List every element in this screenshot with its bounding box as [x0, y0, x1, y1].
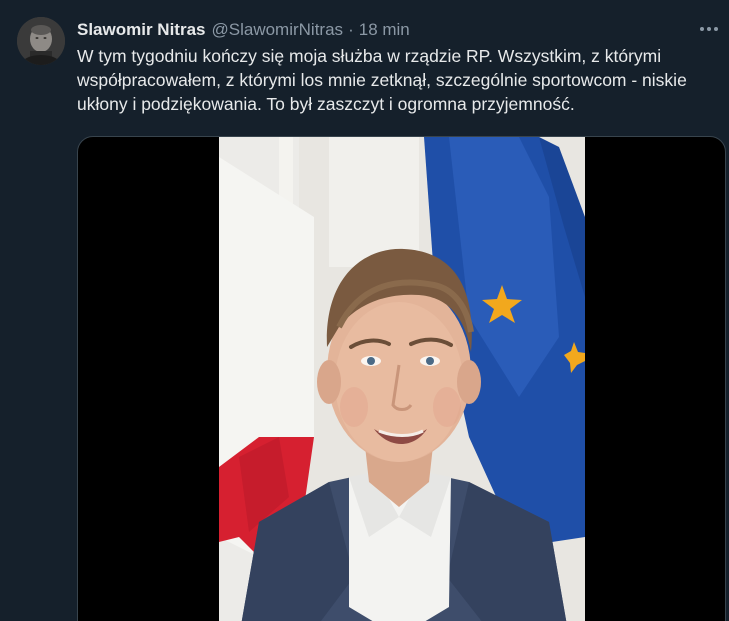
video-player[interactable]: [219, 137, 585, 621]
tweet-text: W tym tygodniu kończy się moja służba w …: [77, 46, 687, 114]
more-options-button[interactable]: [695, 18, 723, 40]
tweet-media[interactable]: [77, 136, 726, 621]
author-name[interactable]: Slawomir Nitras: [77, 20, 206, 40]
tweet[interactable]: Slawomir Nitras @SlawomirNitras · 18 min…: [0, 0, 729, 621]
tweet-timestamp[interactable]: 18 min: [359, 20, 410, 40]
more-horizontal-icon: [699, 27, 720, 31]
author-avatar[interactable]: [17, 17, 65, 65]
separator-dot: ·: [348, 20, 354, 39]
video-frame: [219, 137, 585, 621]
tweet-header: Slawomir Nitras @SlawomirNitras · 18 min: [77, 19, 410, 41]
avatar-image: [17, 17, 65, 65]
author-handle[interactable]: @SlawomirNitras: [212, 20, 344, 40]
